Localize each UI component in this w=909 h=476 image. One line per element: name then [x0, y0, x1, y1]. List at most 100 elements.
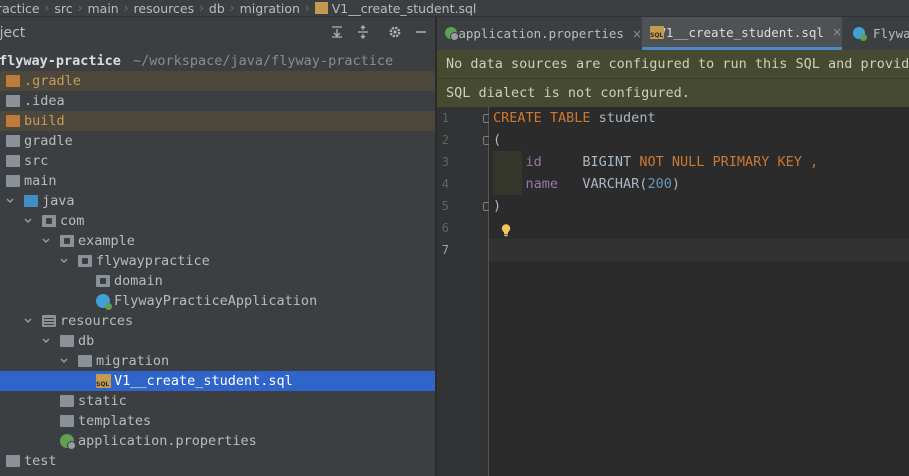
project-tool-window: oject flyway-practice ~/workspace/java/fl… — [0, 17, 435, 476]
line-number: 5 — [441, 199, 449, 213]
tree-item-label: src — [24, 153, 49, 169]
breadcrumb-item[interactable]: ractice — [0, 1, 40, 16]
breadcrumb-item[interactable]: main — [87, 1, 118, 16]
tree-row[interactable]: build — [0, 111, 435, 131]
code-line: CREATE TABLE student — [493, 107, 656, 129]
breadcrumb-item[interactable]: migration — [240, 1, 300, 16]
tab-flyway[interactable]: Flyway — [847, 17, 909, 50]
chevron-down-icon[interactable] — [58, 255, 70, 267]
code-token: student — [590, 110, 656, 126]
tree-row[interactable]: src — [0, 151, 435, 171]
line-number: 4 — [441, 177, 449, 191]
tree-row[interactable]: db — [0, 331, 435, 351]
breadcrumb-label: ractice — [0, 0, 40, 16]
collapse-all-icon[interactable] — [328, 23, 346, 41]
folder-icon — [6, 155, 20, 167]
sql-file-icon: SQL — [650, 25, 664, 39]
package-icon — [96, 275, 110, 287]
tree-row[interactable]: flyway-practice ~/workspace/java/flyway-p… — [0, 51, 435, 71]
tree-item-label: gradle — [24, 133, 73, 149]
tree-row[interactable]: resources — [0, 311, 435, 331]
tree-row[interactable]: java — [0, 191, 435, 211]
banner-text: SQL dialect is not configured. — [446, 85, 690, 101]
tree-row[interactable]: SQL V1__create_student.sql — [0, 371, 435, 391]
breadcrumb-item[interactable]: src — [54, 1, 72, 16]
tab-label: V1__create_student.sql — [658, 24, 824, 40]
tree-item-label: java — [42, 193, 75, 209]
sql-dialect-banner[interactable]: SQL dialect is not configured. — [437, 79, 909, 108]
spring-class-icon — [96, 294, 112, 310]
tree-item-label: templates — [78, 413, 152, 429]
tree-item-label: migration — [96, 353, 170, 369]
code-token: ( — [493, 132, 502, 148]
folder-icon — [78, 355, 92, 367]
code-token: VARCHAR( — [558, 176, 648, 192]
code-token: BIGINT — [541, 154, 640, 170]
tree-item-label: FlywayPracticeApplication — [114, 293, 318, 309]
tree-row[interactable]: test — [0, 451, 435, 471]
breadcrumb-separator: › — [44, 1, 50, 15]
tree-row[interactable]: main — [0, 171, 435, 191]
tree-row[interactable]: .gradle — [0, 71, 435, 91]
tree-item-label: db — [78, 333, 95, 349]
breadcrumb-item[interactable]: resources — [134, 1, 195, 16]
close-icon[interactable]: × — [632, 27, 642, 41]
spring-leaf-icon — [445, 27, 459, 41]
tab-label: Flyway — [873, 26, 909, 41]
tree-row[interactable]: example — [0, 231, 435, 251]
excluded-folder-icon — [6, 115, 20, 127]
tree-item-label: build — [24, 113, 65, 129]
folder-icon — [6, 455, 20, 467]
editor-tab-bar: application.properties × SQL V1__create_… — [437, 17, 909, 51]
no-data-source-banner[interactable]: No data sources are configured to run th… — [437, 50, 909, 79]
tree-row[interactable]: templates — [0, 411, 435, 431]
breadcrumb-item[interactable]: V1__create_student.sql — [314, 1, 476, 16]
code-token: id — [525, 154, 542, 170]
project-pane-title[interactable]: oject — [0, 25, 25, 41]
tree-row[interactable]: migration — [0, 351, 435, 371]
code-token: 200 — [647, 176, 672, 192]
code-token: NOT NULL PRIMARY KEY , — [639, 154, 819, 170]
tab-application-properties[interactable]: application.properties × — [437, 17, 642, 50]
breadcrumb-item[interactable]: db — [209, 1, 225, 16]
chevron-down-icon[interactable] — [4, 195, 16, 207]
tree-item-label: main — [24, 173, 57, 189]
folder-icon — [60, 335, 74, 347]
tree-item-label: V1__create_student.sql — [114, 373, 293, 389]
chevron-down-icon[interactable] — [40, 235, 52, 247]
line-number: 6 — [441, 221, 449, 235]
line-number: 7 — [441, 243, 449, 257]
expand-all-icon[interactable] — [354, 23, 372, 41]
minimize-icon[interactable] — [412, 23, 430, 41]
close-icon[interactable]: × — [832, 25, 842, 39]
code-editor[interactable]: CREATE TABLE student ( id BIGINT NOT NULL… — [489, 107, 909, 476]
tab-v1-create-student-sql[interactable]: SQL V1__create_student.sql × — [642, 17, 842, 50]
tree-row[interactable]: .idea — [0, 91, 435, 111]
chevron-down-icon[interactable] — [58, 355, 70, 367]
code-line: ) — [493, 195, 501, 217]
tree-row[interactable]: domain — [0, 271, 435, 291]
tree-row[interactable]: flywaypractice — [0, 251, 435, 271]
breadcrumb-label: resources — [133, 0, 195, 16]
code-token: ) — [671, 176, 680, 192]
tree-row[interactable]: FlywayPracticeApplication — [0, 291, 435, 311]
editor-gutter[interactable]: 1 2 3 4 5 6 7 — [437, 107, 492, 476]
lightbulb-icon[interactable] — [501, 224, 511, 237]
tree-item-label: test — [24, 453, 57, 469]
folder-icon — [6, 175, 20, 187]
chevron-down-icon[interactable] — [22, 215, 34, 227]
excluded-folder-icon — [6, 75, 20, 87]
tree-row[interactable]: application.properties — [0, 431, 435, 451]
code-token: name — [525, 176, 559, 192]
code-token: ) — [493, 198, 502, 214]
tree-row[interactable]: com — [0, 211, 435, 231]
package-icon — [42, 215, 56, 227]
gear-icon[interactable] — [386, 23, 404, 41]
tree-row[interactable]: gradle — [0, 131, 435, 151]
tree-row[interactable]: static — [0, 391, 435, 411]
chevron-down-icon[interactable] — [22, 315, 34, 327]
tree-item-label: application.properties — [78, 433, 257, 449]
breadcrumb-label: main — [87, 0, 119, 16]
chevron-down-icon[interactable] — [40, 335, 52, 347]
package-icon — [78, 255, 92, 267]
